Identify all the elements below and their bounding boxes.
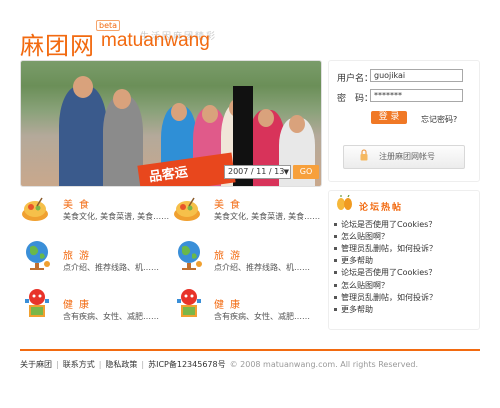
footer-link-privacy[interactable]: 隐私政策 [105,360,137,369]
category-title-health[interactable]: 健康 [214,296,246,311]
forum-title: 论坛热帖 [359,203,404,213]
footer-separator: | [141,360,145,369]
category-desc-health: 含有疾病、女性、减肥…… [63,312,159,321]
forum-item[interactable]: 论坛是否使用了Cookies？ [334,219,436,230]
username-field[interactable]: guojikai [370,69,463,82]
login-button[interactable]: 登 录 [371,111,407,124]
food-icon[interactable] [20,194,50,224]
bullet-icon [334,223,337,226]
register-button[interactable]: 注册麻团网帐号 [343,145,465,169]
lock-icon [360,149,368,161]
password-label: 密 码： [337,94,374,104]
forum-item[interactable]: 管理员乱删帖，如何投诉？ [334,292,437,303]
category-desc-food: 美食文化, 美食菜谱, 美食…… [214,212,321,221]
bullet-icon [334,296,337,299]
trophy-icon [336,194,354,215]
forum-item[interactable]: 更多帮助 [334,304,373,315]
health-icon[interactable] [174,287,204,317]
food-icon[interactable] [172,194,202,224]
bullet-icon [334,235,337,238]
photo-person [103,96,143,186]
category-desc-food: 美食文化, 美食菜谱, 美食…… [63,212,170,221]
date-value: 2007 / 11 / 13 [228,167,285,176]
logo-chinese[interactable]: 麻团网 [20,26,95,61]
username-label: 用户名： [337,74,374,84]
category-desc-travel: 点介绍、推荐线路、机…… [63,263,159,272]
globe-icon[interactable] [174,238,204,270]
photo-person-head [258,109,274,127]
forum-item[interactable]: 论坛是否使用了Cookies？ [334,267,436,278]
photo-person-head [73,76,93,98]
logo-english[interactable]: matuanwang [101,30,210,52]
bullet-icon [334,259,337,262]
photo-person-head [202,105,218,123]
footer-divider [20,349,480,351]
bullet-icon [334,271,337,274]
footer-link-about[interactable]: 关于麻团 [20,360,52,369]
forum-item[interactable]: 怎么贴图啊？ [334,231,389,242]
footer-separator: | [98,360,102,369]
register-label: 注册麻团网帐号 [379,152,435,161]
copyright-text: © 2008 matuanwang.com. All rights Reserv… [229,360,418,369]
category-title-food[interactable]: 美食 [63,196,95,211]
globe-icon[interactable] [22,238,52,270]
chevron-down-icon[interactable]: ▼ [284,166,289,178]
forum-item[interactable]: 管理员乱删帖，如何投诉？ [334,243,437,254]
footer-link-contact[interactable]: 联系方式 [63,360,95,369]
footer: 关于麻团 | 联系方式 | 隐私政策 | 苏ICP备12345678号 © 2008 matu… [20,359,418,370]
bullet-icon [334,308,337,311]
health-icon[interactable] [22,287,52,317]
forum-item[interactable]: 怎么贴图啊？ [334,280,389,291]
footer-separator: | [56,360,59,369]
category-desc-health: 含有疾病、女性、减肥…… [214,312,310,321]
category-title-food[interactable]: 美食 [214,196,246,211]
go-button[interactable]: GO [293,165,319,179]
photo-person [59,86,107,186]
bullet-icon [334,247,337,250]
forum-item[interactable]: 更多帮助 [334,255,373,266]
password-field[interactable]: ******* [370,89,463,102]
footer-icp[interactable]: 苏ICP备12345678号 [148,360,226,369]
category-title-health[interactable]: 健康 [63,296,95,311]
date-select[interactable]: 2007 / 11 / 13 ▼ [224,165,291,179]
photo-person-head [113,89,131,109]
photo-person-head [289,115,305,133]
bullet-icon [334,284,337,287]
category-desc-travel: 点介绍、推荐线路、机…… [214,263,310,272]
forgot-password-link[interactable]: 忘记密码? [421,114,457,125]
photo-person-head [171,103,187,121]
category-title-travel[interactable]: 旅游 [214,247,246,262]
category-title-travel[interactable]: 旅游 [63,247,95,262]
